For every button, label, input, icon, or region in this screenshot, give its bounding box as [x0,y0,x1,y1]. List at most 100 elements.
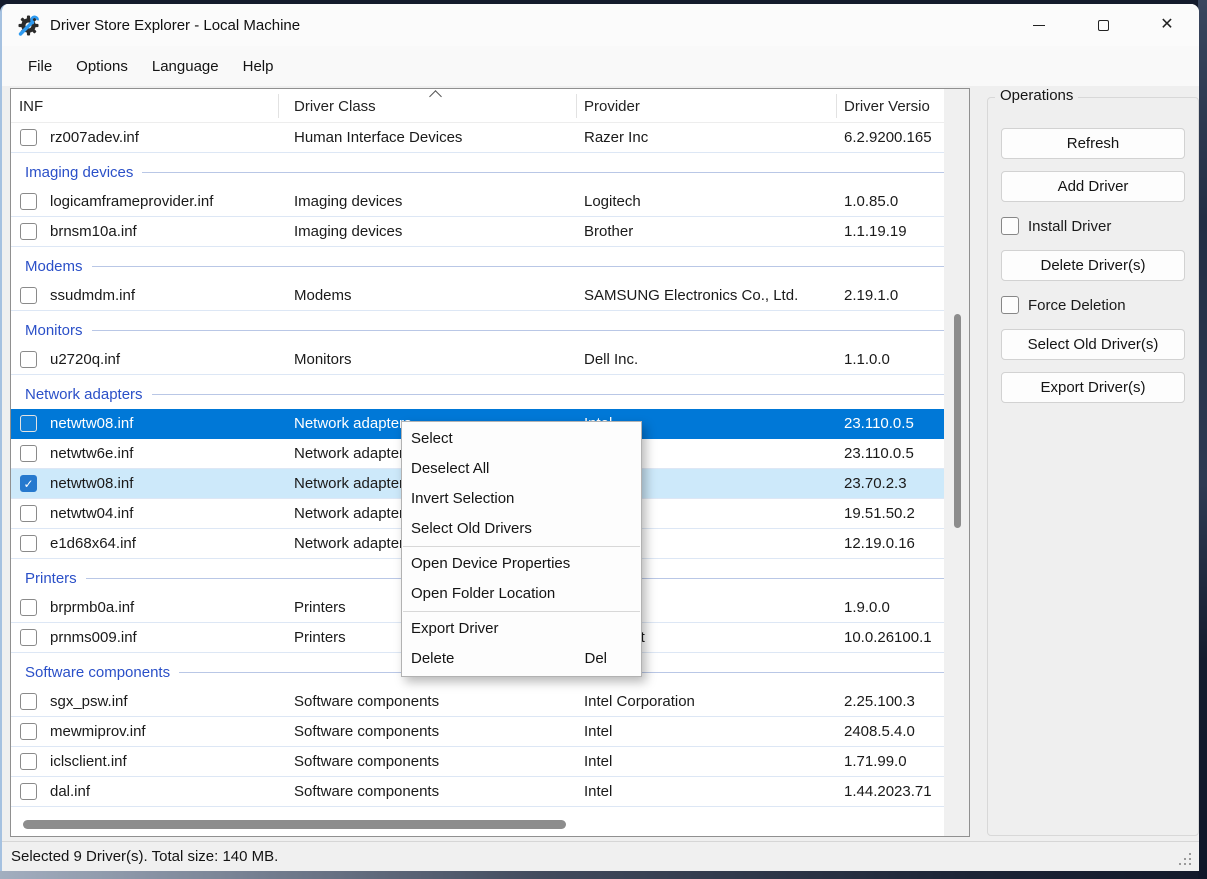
menu-item-file[interactable]: File [16,53,64,80]
row-checkbox[interactable] [20,753,37,770]
row-checkbox[interactable] [20,415,37,432]
context-menu-item-open-device-properties[interactable]: Open Device Properties [402,549,641,579]
row-checkbox[interactable]: ✓ [20,475,37,492]
group-line [151,394,944,395]
close-button[interactable]: ✕ [1135,4,1199,46]
table-row[interactable]: sgx_psw.inf Software components Intel Corp… [11,687,944,717]
context-menu-item-deselect-all[interactable]: Deselect All [402,454,641,484]
list-header: INF Driver Class Provider Driver Versio [11,89,944,123]
table-row[interactable]: rz007adev.inf Human Interface Devices Raze… [11,123,944,153]
inf-cell: brprmb0a.inf [50,599,135,616]
force-deletion-checkbox[interactable] [1001,296,1019,314]
vertical-scrollbar-thumb[interactable] [954,314,961,528]
add-driver-button[interactable]: Add Driver [1001,171,1185,202]
version-cell: 1.1.0.0 [844,351,890,368]
version-cell: 23.110.0.5 [844,445,914,462]
resize-grip-icon[interactable] [1189,863,1191,865]
minimize-icon [1033,24,1045,26]
horizontal-scrollbar-thumb[interactable] [23,820,566,829]
table-row[interactable]: brnsm10a.inf Imaging devices Brother 1.1.19… [11,217,944,247]
minimize-button[interactable] [1007,4,1071,46]
row-checkbox[interactable] [20,287,37,304]
inf-cell: netwtw04.inf [50,505,134,522]
group-header-imaging-devices[interactable]: Imaging devices [11,153,944,187]
menu-item-label: Invert Selection [411,490,515,507]
header-separator [576,94,577,118]
menu-separator [403,611,640,612]
column-header-inf[interactable]: INF [19,89,43,123]
group-label: Imaging devices [25,164,134,181]
group-label: Monitors [25,322,83,339]
operations-title: Operations [995,87,1079,104]
horizontal-scrollbar[interactable] [11,820,942,830]
export-driver-s-button[interactable]: Export Driver(s) [1001,372,1185,403]
row-checkbox[interactable] [20,351,37,368]
column-header-provider[interactable]: Provider [584,89,640,123]
inf-cell: dal.inf [50,783,91,800]
inf-cell: rz007adev.inf [50,129,139,146]
group-header-network-adapters[interactable]: Network adapters [11,375,944,409]
inf-cell: mewmiprov.inf [50,723,146,740]
table-row[interactable]: mewmiprov.inf Software components Intel 240… [11,717,944,747]
context-menu-item-export-driver[interactable]: Export Driver [402,614,641,644]
row-checkbox[interactable] [20,129,37,146]
group-label: Printers [25,570,77,587]
provider-cell: Dell Inc. [584,351,639,368]
driver-class-cell: Monitors [294,351,352,368]
context-menu-item-invert-selection[interactable]: Invert Selection [402,484,641,514]
table-row[interactable]: iclsclient.inf Software components Intel 1.… [11,747,944,777]
driver-class-cell: Modems [294,287,352,304]
row-checkbox[interactable] [20,723,37,740]
table-row[interactable]: u2720q.inf Monitors Dell Inc. 1.1.0.0 [11,345,944,375]
install-driver-checkbox[interactable] [1001,217,1019,235]
menu-item-label: Select Old Drivers [411,520,532,537]
driver-class-cell: Human Interface Devices [294,129,463,146]
menu-item-options[interactable]: Options [64,53,140,80]
driver-class-cell: Software components [294,693,440,710]
group-line [91,330,944,331]
row-checkbox[interactable] [20,599,37,616]
inf-cell: e1d68x64.inf [50,535,136,552]
context-menu-item-select-old-drivers[interactable]: Select Old Drivers [402,514,641,544]
version-cell: 19.51.50.2 [844,505,915,522]
operations-groupbox: Operations Refresh Add Driver Install Driv… [987,87,1199,836]
row-checkbox[interactable] [20,535,37,552]
version-cell: 12.19.0.16 [844,535,915,552]
group-header-modems[interactable]: Modems [11,247,944,281]
group-line [142,172,944,173]
menu-item-label: Select [411,430,453,447]
version-cell: 1.44.2023.71 [844,783,932,800]
column-header-driver-versio[interactable]: Driver Versio [844,89,930,123]
context-menu-item-open-folder-location[interactable]: Open Folder Location [402,579,641,609]
table-row[interactable]: logicamframeprovider.inf Imaging devices L… [11,187,944,217]
refresh-button[interactable]: Refresh [1001,128,1185,159]
table-row[interactable]: dal.inf Software components Intel 1.44.2023… [11,777,944,807]
group-header-monitors[interactable]: Monitors [11,311,944,345]
column-header-driver-class[interactable]: Driver Class [294,89,376,123]
table-row[interactable]: ssudmdm.inf Modems SAMSUNG Electronics Co.… [11,281,944,311]
menu-item-help[interactable]: Help [231,53,286,80]
row-checkbox[interactable] [20,783,37,800]
row-checkbox[interactable] [20,223,37,240]
provider-cell: SAMSUNG Electronics Co., Ltd. [584,287,799,304]
row-checkbox[interactable] [20,445,37,462]
row-checkbox[interactable] [20,193,37,210]
version-cell: 1.1.19.19 [844,223,907,240]
group-label: Modems [25,258,83,275]
menu-item-label: Export Driver [411,620,499,637]
driver-class-cell: Network adapters [294,475,412,492]
context-menu-item-delete[interactable]: Delete Del [402,644,641,674]
delete-driver-s-button[interactable]: Delete Driver(s) [1001,250,1185,281]
row-checkbox[interactable] [20,629,37,646]
maximize-button[interactable] [1071,4,1135,46]
select-old-driver-s-button[interactable]: Select Old Driver(s) [1001,329,1185,360]
version-cell: 1.9.0.0 [844,599,890,616]
menu-item-language[interactable]: Language [140,53,231,80]
title-bar: Driver Store Explorer - Local Machine ✕ [2,4,1199,46]
row-checkbox[interactable] [20,693,37,710]
provider-cell: Razer Inc [584,129,649,146]
context-menu-item-select[interactable]: Select [402,424,641,454]
row-checkbox[interactable] [20,505,37,522]
provider-cell: Logitech [584,193,641,210]
header-separator [836,94,837,118]
